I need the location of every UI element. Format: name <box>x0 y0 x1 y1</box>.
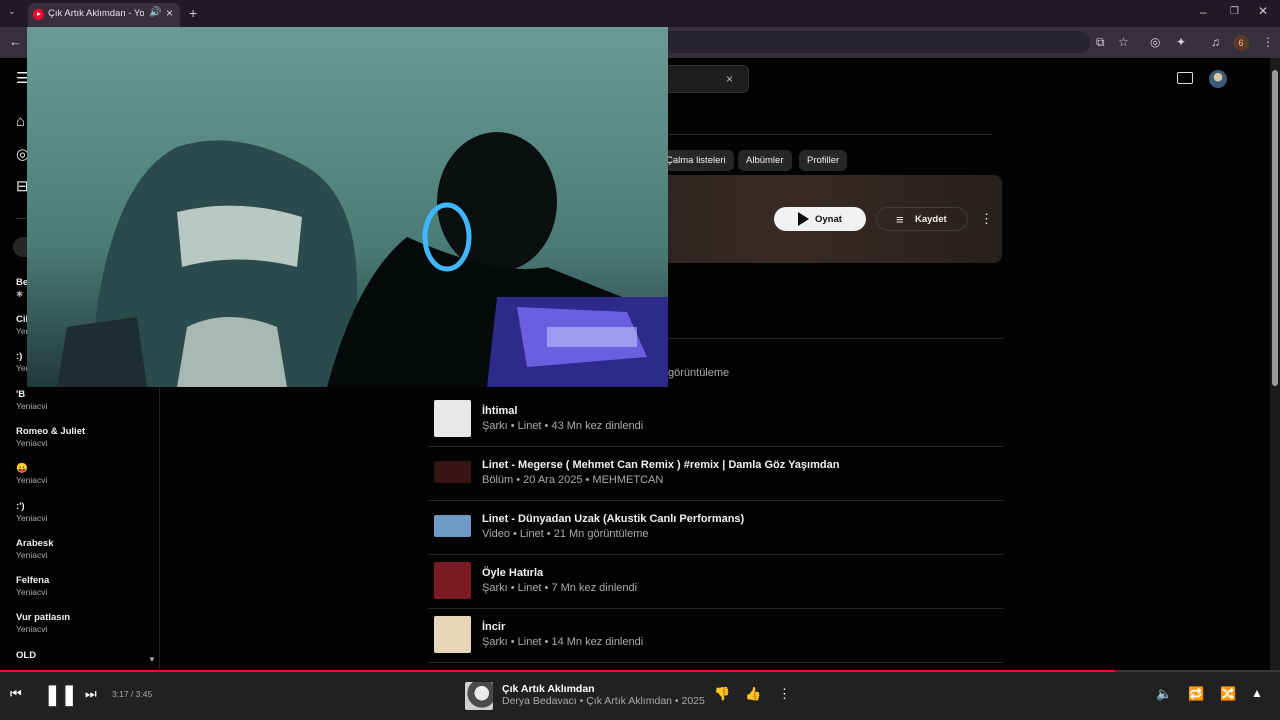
sidebar-playlist-title[interactable]: 'B <box>16 389 25 400</box>
next-track-icon[interactable]: ⏭ <box>85 686 97 702</box>
minimize-icon[interactable]: – <box>1200 5 1207 19</box>
youtube-music-favicon-icon <box>33 9 44 20</box>
sidebar-playlist-title[interactable]: :) <box>16 351 22 362</box>
new-playlist-button[interactable] <box>13 237 27 257</box>
browser-tab[interactable]: Çık Artık Aklımdan - YouTube Music 🔊 × <box>28 3 180 27</box>
chip-profiles[interactable]: Profiller <box>799 150 848 171</box>
now-playing-thumbnail[interactable] <box>465 682 493 710</box>
result-title[interactable]: Linet - Megerse ( Mehmet Can Remix ) #re… <box>482 459 839 471</box>
sidebar-playlist-owner: Yeniacvi <box>16 475 48 485</box>
result-subtitle: Şarkı • Linet • 7 Mn kez dinlendi <box>482 582 638 594</box>
volume-icon[interactable]: 🔈 <box>1156 686 1172 702</box>
sidebar-playlist-title[interactable]: :') <box>16 501 25 512</box>
more-options-player-icon[interactable]: ⋮ <box>778 686 791 702</box>
play-label: Oynat <box>815 214 842 225</box>
now-playing-title[interactable]: Çık Artık Aklımdan <box>502 683 595 695</box>
save-label: Kaydet <box>915 214 947 225</box>
sidebar-playlist-title[interactable]: Romeo & Juliet <box>16 426 85 437</box>
sidebar-playlist-owner: Yeniacvi <box>16 401 48 411</box>
address-bar[interactable] <box>640 31 1090 53</box>
partial-row-text: görüntüleme <box>668 367 730 379</box>
result-divider <box>428 500 1003 501</box>
search-clear-icon[interactable]: × <box>726 72 733 86</box>
extensions-icon[interactable]: ✦ <box>1176 35 1186 49</box>
chip-albums[interactable]: Albümler <box>738 150 792 171</box>
result-title[interactable]: Öyle Hatırla <box>482 567 543 579</box>
home-icon[interactable]: ⌂ <box>16 113 25 130</box>
result-subtitle: Bölüm • 20 Ara 2025 • MEHMETCAN <box>482 474 664 486</box>
media-controls-icon[interactable]: ♫ <box>1211 35 1220 49</box>
sidebar-playlist-title[interactable]: 😛 <box>16 463 28 474</box>
back-arrow-icon[interactable]: ← <box>9 34 22 49</box>
playlist-add-icon: ≡ <box>896 212 904 227</box>
expand-player-icon[interactable]: ▲ <box>1251 686 1263 700</box>
result-thumbnail[interactable] <box>434 616 471 653</box>
result-title[interactable]: Linet - Dünyadan Uzak (Akustik Canlı Per… <box>482 513 744 525</box>
sidebar-playlist-owner: ✱ <box>16 289 24 299</box>
like-icon[interactable]: 👍 <box>745 686 761 702</box>
avatar[interactable] <box>1209 70 1227 88</box>
incognito-icon[interactable]: ◎ <box>1150 35 1160 49</box>
new-tab-button[interactable]: + <box>189 5 197 21</box>
sidebar-playlist-owner: Yeniacvi <box>16 624 48 634</box>
sidebar-scroll-down-icon[interactable]: ▼ <box>148 655 156 664</box>
result-subtitle: Şarkı • Linet • 43 Mn kez dinlendi <box>482 420 644 432</box>
sidebar-playlist-title[interactable]: Arabesk <box>16 538 54 549</box>
result-title[interactable]: İncir <box>482 621 505 633</box>
sidebar-divider <box>16 218 26 219</box>
result-thumbnail[interactable] <box>434 562 471 599</box>
restore-icon[interactable]: ❐ <box>1230 6 1239 17</box>
pause-icon[interactable]: ❚❚ <box>44 682 78 707</box>
result-thumbnail[interactable] <box>434 515 471 537</box>
sidebar-playlist-owner: Yeniacvi <box>16 513 48 523</box>
tab-title: Çık Artık Aklımdan - YouTube Music <box>48 8 144 19</box>
play-button[interactable]: Oynat <box>774 207 866 231</box>
result-divider <box>428 446 1003 447</box>
sidebar-playlist-owner: Yeniacvi <box>16 587 48 597</box>
now-playing-subtitle[interactable]: Derya Bedavacı • Çık Artık Aklımdan • 20… <box>502 695 705 707</box>
more-options-icon[interactable]: ⋮ <box>980 211 993 227</box>
play-icon <box>798 212 809 226</box>
result-thumbnail[interactable] <box>434 400 471 437</box>
save-button[interactable]: ≡ Kaydet <box>876 207 968 231</box>
browser-tab-bar: ⌄ Çık Artık Aklımdan - YouTube Music 🔊 ×… <box>0 0 1280 27</box>
result-divider <box>428 662 1003 663</box>
result-title[interactable]: İhtimal <box>482 405 517 417</box>
webcam-overlay <box>27 27 668 387</box>
bookmark-star-icon[interactable]: ☆ <box>1118 35 1129 49</box>
result-divider <box>428 554 1003 555</box>
window-close-icon[interactable]: ✕ <box>1258 4 1268 18</box>
sidebar-playlist-title[interactable]: Felfena <box>16 575 49 586</box>
cast-icon[interactable] <box>1177 72 1193 84</box>
sidebar-playlist-title[interactable]: OLD <box>16 650 36 661</box>
browser-menu-icon[interactable]: ⋮ <box>1262 35 1274 49</box>
result-thumbnail[interactable] <box>434 461 471 483</box>
previous-track-icon[interactable]: ⏮ <box>10 686 22 702</box>
page-scrollbar-thumb[interactable] <box>1272 70 1278 386</box>
webcam-image <box>27 27 668 387</box>
sidebar-playlist-title[interactable]: Vur patlasın <box>16 612 70 623</box>
header-divider <box>640 134 992 135</box>
repeat-icon[interactable]: 🔁 <box>1188 686 1204 702</box>
result-subtitle: Şarkı • Linet • 14 Mn kez dinlendi <box>482 636 644 648</box>
result-divider <box>428 608 1003 609</box>
result-subtitle: Video • Linet • 21 Mn görüntüleme <box>482 528 649 540</box>
tab-close-icon[interactable]: × <box>166 6 173 20</box>
playback-time: 3:17 / 3:45 <box>112 689 153 699</box>
install-app-icon[interactable]: ⧉ <box>1096 35 1105 50</box>
sidebar-playlist-owner: Yeniacvi <box>16 550 48 560</box>
shuffle-icon[interactable]: 🔀 <box>1220 686 1236 702</box>
tab-search-chevron-icon[interactable]: ⌄ <box>8 6 16 17</box>
sidebar-playlist-owner: Yeniacvi <box>16 438 48 448</box>
dislike-icon[interactable]: 👎 <box>714 686 730 702</box>
profile-badge[interactable]: 6 <box>1233 35 1249 51</box>
audio-playing-icon[interactable]: 🔊 <box>149 7 161 18</box>
